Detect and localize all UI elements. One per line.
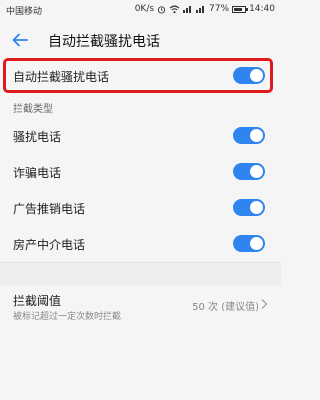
type-row-real-estate[interactable]: 房产中介电话 xyxy=(0,226,281,262)
page-title: 自动拦截骚扰电话 xyxy=(48,34,160,50)
status-icons: 0K/s 77% 14:40 xyxy=(135,4,275,14)
section-header-block-types: 拦截类型 xyxy=(13,104,53,115)
type-row-fraud[interactable]: 诈骗电话 xyxy=(0,154,281,190)
wifi-icon xyxy=(169,5,180,13)
block-threshold-row[interactable]: 拦截阈值 被标记超过一定次数时拦截 50 次 (建议值) xyxy=(0,285,281,335)
real-estate-toggle[interactable] xyxy=(233,235,265,252)
signal-icon-2 xyxy=(196,5,206,13)
type-label: 广告推销电话 xyxy=(13,202,86,216)
type-row-harassment[interactable]: 骚扰电话 xyxy=(0,118,281,154)
signal-icon xyxy=(183,5,193,13)
app-header: 自动拦截骚扰电话 xyxy=(0,20,281,60)
alarm-icon xyxy=(157,5,166,14)
carrier-name: 中国移动 xyxy=(6,7,43,17)
type-row-advertising[interactable]: 广告推销电话 xyxy=(0,190,281,226)
chevron-right-icon xyxy=(261,299,268,309)
harassment-toggle[interactable] xyxy=(233,127,265,144)
status-bar: 中国移动 0K/s 77% 14:40 xyxy=(0,0,281,20)
highlight-annotation xyxy=(3,58,273,93)
advertising-toggle[interactable] xyxy=(233,199,265,216)
clock: 14:40 xyxy=(249,4,275,14)
battery-icon xyxy=(232,5,249,13)
battery-percent: 77% xyxy=(209,4,230,14)
section-gap xyxy=(0,263,281,285)
back-arrow-icon[interactable] xyxy=(10,30,30,50)
threshold-subtitle: 被标记超过一定次数时拦截 xyxy=(13,312,122,322)
type-label: 诈骗电话 xyxy=(13,166,62,180)
type-label: 骚扰电话 xyxy=(13,130,62,144)
type-label: 房产中介电话 xyxy=(13,238,86,252)
network-speed: 0K/s xyxy=(134,4,155,14)
threshold-title: 拦截阈值 xyxy=(13,294,62,308)
fraud-toggle[interactable] xyxy=(233,163,265,180)
threshold-value: 50 次 (建议值) xyxy=(192,302,259,313)
